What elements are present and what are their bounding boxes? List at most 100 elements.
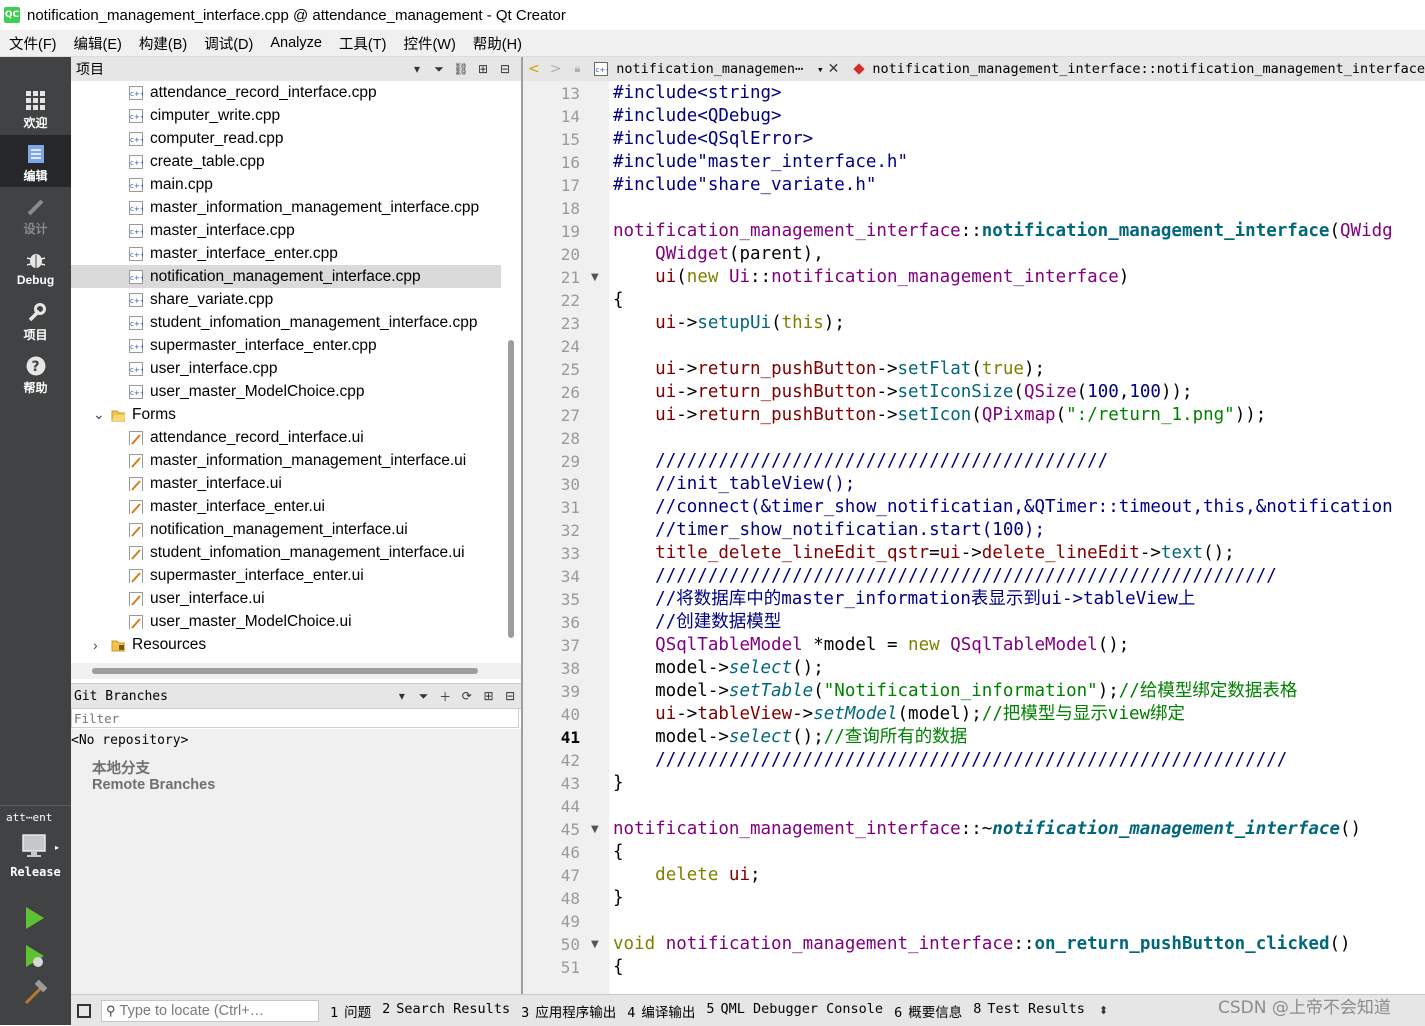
split-icon[interactable]: ⊞ bbox=[472, 58, 494, 80]
go-forward-icon[interactable]: > bbox=[545, 61, 567, 77]
tree-file[interactable]: c++ master_information_management_interfa… bbox=[71, 196, 501, 219]
code-token: ); bbox=[1023, 359, 1046, 379]
tree-file[interactable]: c++ computer_read.cpp bbox=[71, 127, 501, 150]
close-pane-icon[interactable]: ⊟ bbox=[494, 58, 516, 80]
sync-link-icon[interactable]: ⛓ bbox=[450, 58, 472, 80]
code-line: ////////////////////////////////////////… bbox=[613, 450, 1108, 473]
menu-item-6[interactable]: 控件(W) bbox=[394, 33, 463, 54]
tree-item-label: share_variate.cpp bbox=[150, 290, 274, 308]
tree-file[interactable]: supermaster_interface_enter.ui bbox=[71, 564, 501, 587]
cpp-file-icon: c++ bbox=[129, 315, 143, 330]
cpp-file-icon: c++ bbox=[129, 131, 143, 146]
menu-item-7[interactable]: 帮助(H) bbox=[464, 33, 530, 54]
code-token: Ui bbox=[728, 267, 751, 287]
chevron-down-icon[interactable]: ⌄ bbox=[93, 406, 111, 423]
mode-bug[interactable]: Debug bbox=[0, 241, 71, 293]
kit-project-label: att⋯ent bbox=[6, 811, 53, 824]
chevron-right-icon[interactable]: › bbox=[93, 637, 111, 653]
filter-icon[interactable]: ⏷ bbox=[428, 58, 450, 80]
menu-item-0[interactable]: 文件(F) bbox=[0, 33, 65, 54]
tree-file[interactable]: c++ share_variate.cpp bbox=[71, 288, 501, 311]
menu-item-2[interactable]: 构建(B) bbox=[130, 33, 195, 54]
tree-file[interactable]: user_master_ModelChoice.ui bbox=[71, 610, 501, 633]
line-number: 37 bbox=[560, 636, 580, 655]
bug-icon bbox=[0, 249, 71, 271]
tree-file[interactable]: attendance_record_interface.ui bbox=[71, 426, 501, 449]
tree-file[interactable]: c++ supermaster_interface_enter.cpp bbox=[71, 334, 501, 357]
close-document-icon[interactable]: ✕ bbox=[824, 61, 844, 77]
refresh-icon[interactable]: ⟳ bbox=[456, 685, 478, 707]
output-tab[interactable]: 8 Test Results bbox=[973, 1001, 1085, 1021]
mode-wrench[interactable]: 项目 bbox=[0, 294, 71, 346]
output-tab[interactable]: 4 编译输出 bbox=[627, 1001, 695, 1021]
csdn-watermark: CSDN @上帝不会知道 bbox=[1218, 998, 1391, 1018]
output-tab-number: 2 bbox=[382, 1000, 391, 1017]
code-token: return_pushButton bbox=[697, 405, 877, 425]
build-button[interactable] bbox=[18, 979, 52, 1009]
view-dropdown-icon[interactable]: ▾ bbox=[391, 685, 413, 707]
toggle-sidebar-icon[interactable] bbox=[77, 1003, 91, 1018]
line-number: 13 bbox=[560, 84, 580, 103]
git-branches-list: <No repository> 本地分支 Remote Branches bbox=[71, 729, 521, 994]
code-token: -> bbox=[676, 359, 698, 379]
output-tab[interactable]: 2 Search Results bbox=[382, 1001, 510, 1021]
go-back-icon[interactable]: < bbox=[523, 61, 545, 77]
menu-item-1[interactable]: 编辑(E) bbox=[65, 33, 130, 54]
menu-item-5[interactable]: 工具(T) bbox=[330, 33, 395, 54]
code-token: ( bbox=[971, 405, 982, 425]
output-tab[interactable]: 6 概要信息 bbox=[894, 1001, 962, 1021]
view-dropdown-icon[interactable]: ▾ bbox=[406, 58, 428, 80]
code-token: { bbox=[613, 957, 624, 977]
output-tab[interactable]: 5 QML Debugger Console bbox=[706, 1001, 883, 1021]
tree-file[interactable]: c++ cimputer_write.cpp bbox=[71, 104, 501, 127]
remote-branches-item[interactable]: Remote Branches bbox=[92, 777, 215, 793]
tree-file[interactable]: c++ master_interface_enter.cpp bbox=[71, 242, 501, 265]
document-selector[interactable]: c++ notification_managemen⋯ ▾ bbox=[594, 61, 824, 77]
menu-item-4[interactable]: Analyze bbox=[261, 35, 330, 51]
mode-help[interactable]: ? 帮助 bbox=[0, 347, 71, 399]
fold-marker-icon[interactable]: ▼ bbox=[591, 933, 599, 956]
menu-item-3[interactable]: 调试(D) bbox=[195, 33, 261, 54]
git-branches-filter-input[interactable] bbox=[71, 708, 519, 728]
output-tab-chooser-icon[interactable]: ⬍ bbox=[1099, 1004, 1108, 1017]
split-icon[interactable]: ⊞ bbox=[478, 685, 500, 707]
add-branch-icon[interactable]: ＋ bbox=[434, 685, 456, 707]
tree-file[interactable]: c++ user_master_ModelChoice.cpp bbox=[71, 380, 501, 403]
tree-file[interactable]: c++ master_interface.cpp bbox=[71, 219, 501, 242]
tree-file[interactable]: user_interface.ui bbox=[71, 587, 501, 610]
tree-folder[interactable]: ⌄ Forms bbox=[71, 403, 501, 426]
filter-icon[interactable]: ⏷ bbox=[413, 685, 435, 707]
tree-file[interactable]: c++ student_infomation_management_interfa… bbox=[71, 311, 501, 334]
tree-file[interactable]: c++ main.cpp bbox=[71, 173, 501, 196]
tree-file[interactable]: master_information_management_interface.… bbox=[71, 449, 501, 472]
tree-file[interactable]: master_interface_enter.ui bbox=[71, 495, 501, 518]
tree-file[interactable]: notification_management_interface.ui bbox=[71, 518, 501, 541]
fold-marker-icon[interactable]: ▼ bbox=[591, 266, 599, 289]
mode-pencil[interactable]: 设计 bbox=[0, 188, 71, 240]
debug-run-button[interactable] bbox=[18, 941, 52, 971]
close-pane-icon[interactable]: ⊟ bbox=[499, 685, 521, 707]
locator-input[interactable]: ⚲ Type to locate (Ctrl+… bbox=[101, 999, 319, 1022]
tree-file[interactable]: c++ create_table.cpp bbox=[71, 150, 501, 173]
local-branches-item[interactable]: 本地分支 bbox=[92, 757, 150, 778]
tree-file[interactable]: c++ attendance_record_interface.cpp bbox=[71, 81, 501, 104]
mode-document[interactable]: 编辑 bbox=[0, 135, 71, 187]
tree-file[interactable]: student_infomation_management_interface.… bbox=[71, 541, 501, 564]
code-editor[interactable]: #include<string> #include<QDebug> #include… bbox=[609, 81, 1425, 994]
mode-grid[interactable]: 欢迎 bbox=[0, 82, 71, 134]
tree-file[interactable]: c++ notification_management_interface.cpp bbox=[71, 265, 501, 288]
run-button[interactable] bbox=[18, 903, 52, 933]
project-tree-vertical-scrollbar[interactable] bbox=[508, 340, 514, 638]
output-tab[interactable]: 1 问题 bbox=[330, 1001, 371, 1021]
tree-file[interactable]: c++ user_interface.cpp bbox=[71, 357, 501, 380]
line-number: 15 bbox=[560, 130, 580, 149]
project-tree-horizontal-scrollbar[interactable] bbox=[92, 668, 478, 674]
output-tab-label: 编译输出 bbox=[641, 1004, 696, 1021]
output-tab[interactable]: 3 应用程序输出 bbox=[521, 1001, 616, 1021]
fold-marker-icon[interactable]: ▼ bbox=[591, 818, 599, 841]
tree-folder[interactable]: › Resources bbox=[71, 633, 501, 656]
symbol-selector[interactable]: notification_management_interface::notif… bbox=[853, 61, 1425, 77]
tree-file[interactable]: master_interface.ui bbox=[71, 472, 501, 495]
